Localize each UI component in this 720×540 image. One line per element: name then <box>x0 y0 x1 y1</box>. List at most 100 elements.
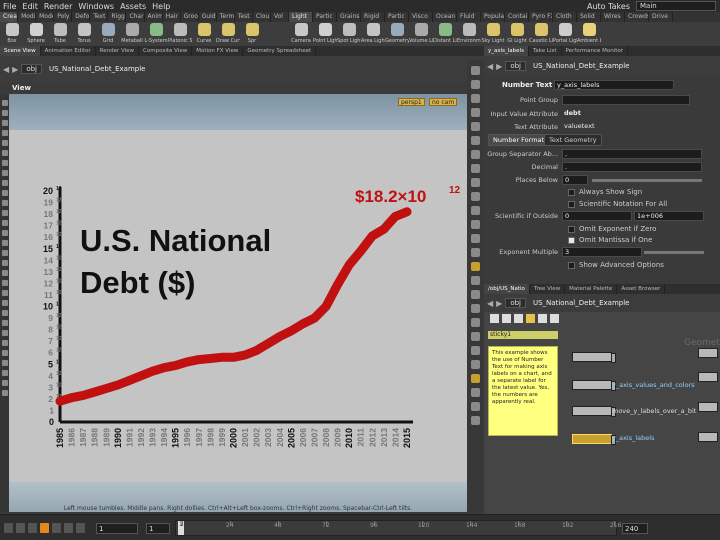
shelf-tab[interactable]: Light <box>289 12 313 22</box>
path-node[interactable]: US_National_Debt_Example <box>529 299 634 307</box>
tool-icon[interactable] <box>471 248 480 257</box>
shelf-tab[interactable]: Popula <box>481 12 505 22</box>
input-attr-field[interactable]: debt <box>562 109 702 119</box>
step-back-icon[interactable] <box>16 523 25 533</box>
tool-icon[interactable] <box>1 360 8 366</box>
playhead[interactable]: 1 <box>178 521 184 535</box>
shelf-tool[interactable]: Torus <box>72 22 96 46</box>
tool-icon[interactable] <box>471 94 480 103</box>
show-adv-checkbox[interactable] <box>568 261 575 269</box>
shelf-tab[interactable]: Crowds <box>625 12 649 22</box>
play-reverse-icon[interactable] <box>28 523 37 533</box>
shelf-tab[interactable]: Clou <box>253 12 271 22</box>
network-node[interactable] <box>698 402 718 412</box>
shelf-tool[interactable]: Metaball <box>120 22 144 46</box>
forward-arrow-icon[interactable]: ▶ <box>496 299 502 308</box>
jump-start-icon[interactable] <box>4 523 13 533</box>
tool-icon[interactable] <box>1 180 8 186</box>
tool-icon[interactable] <box>471 66 480 75</box>
places-slider[interactable] <box>592 178 702 182</box>
tool-icon[interactable] <box>471 220 480 229</box>
path-root[interactable]: obj <box>21 64 42 74</box>
shelf-tool[interactable]: Draw Curve <box>216 22 240 46</box>
shelf-tool[interactable]: Sphere <box>24 22 48 46</box>
shelf-tab[interactable]: Modify <box>18 12 37 22</box>
sticky-note[interactable]: This example shows the use of Number Tex… <box>488 346 558 436</box>
forward-arrow-icon[interactable]: ▶ <box>496 62 502 71</box>
shelf-tab[interactable]: Anim <box>145 12 163 22</box>
shelf-tab[interactable]: Drive <box>649 12 673 22</box>
menu-render[interactable]: Render <box>41 2 75 11</box>
shelf-tool[interactable]: Point Light <box>313 22 337 46</box>
shelf-tab[interactable]: Rigid <box>361 12 385 22</box>
decimal-field[interactable]: . <box>562 162 702 172</box>
shelf-tab[interactable]: Tree View <box>530 284 566 294</box>
shelf-tab[interactable]: Hair <box>163 12 181 22</box>
tool-icon[interactable] <box>471 318 480 327</box>
node-label-y-axis-labels[interactable]: y_axis_labels <box>612 434 654 442</box>
tool-icon[interactable] <box>471 108 480 117</box>
tool-icon[interactable] <box>471 80 480 89</box>
shelf-tool[interactable]: Box <box>0 22 24 46</box>
tool-icon[interactable] <box>471 346 480 355</box>
forward-arrow-icon[interactable]: ▶ <box>12 65 18 74</box>
tool-icon[interactable] <box>1 130 8 136</box>
path-root[interactable]: obj <box>505 61 526 71</box>
shelf-tool[interactable]: Camera <box>289 22 313 46</box>
tool-icon[interactable] <box>1 330 8 336</box>
tool-icon[interactable] <box>1 370 8 376</box>
path-node[interactable]: US_National_Debt_Example <box>529 62 634 70</box>
group-sep-field[interactable]: , <box>562 149 702 159</box>
shelf-tab[interactable]: Term <box>217 12 235 22</box>
tool-icon[interactable] <box>1 150 8 156</box>
sticky-title[interactable]: sticky1 <box>488 331 558 339</box>
sci-outside-max[interactable]: 1e+006 <box>634 211 704 221</box>
back-arrow-icon[interactable]: ◀ <box>3 65 9 74</box>
tool-icon[interactable] <box>471 234 480 243</box>
tool-icon[interactable] <box>471 178 480 187</box>
tool-icon[interactable] <box>471 136 480 145</box>
tab-text-geometry[interactable]: Text Geometry <box>544 134 602 146</box>
start-frame-field[interactable]: 1 <box>146 523 170 534</box>
tool-icon[interactable] <box>1 310 8 316</box>
omit-exp-checkbox[interactable] <box>568 225 575 233</box>
shelf-tool[interactable]: Spr <box>240 22 264 46</box>
tool-icon[interactable] <box>1 250 8 256</box>
shelf-tool[interactable]: Caustic Light <box>529 22 553 46</box>
shelf-tab[interactable]: Deform <box>72 12 91 22</box>
shelf-tab[interactable]: Performance Monitor <box>562 46 629 56</box>
shelf-tab[interactable]: Asset Browser <box>617 284 666 294</box>
tool-icon[interactable] <box>1 390 8 396</box>
shelf-tab[interactable]: Contai <box>505 12 529 22</box>
shelf-tab[interactable]: Take List <box>529 46 562 56</box>
tool-icon[interactable] <box>1 260 8 266</box>
back-arrow-icon[interactable]: ◀ <box>487 62 493 71</box>
shelf-tool[interactable]: Volume Light <box>409 22 433 46</box>
exp-mult-field[interactable]: 3 <box>562 247 642 257</box>
tool-icon[interactable] <box>471 150 480 159</box>
omit-mant-checkbox[interactable] <box>568 236 575 244</box>
shelf-tab[interactable]: Cloth <box>553 12 577 22</box>
shelf-tool[interactable]: GI Light <box>505 22 529 46</box>
stop-icon[interactable] <box>40 523 49 533</box>
tool-icon[interactable] <box>1 100 8 106</box>
tool-icon[interactable] <box>471 402 480 411</box>
shelf-tab[interactable]: Text <box>90 12 109 22</box>
menu-file[interactable]: File <box>0 2 19 11</box>
tool-icon[interactable] <box>1 140 8 146</box>
shelf-tab[interactable]: Guid <box>199 12 217 22</box>
menu-windows[interactable]: Windows <box>75 2 117 11</box>
node-name-field[interactable]: y_axis_labels <box>554 80 674 90</box>
network-node[interactable] <box>572 352 616 363</box>
tool-icon[interactable] <box>1 210 8 216</box>
shelf-tab[interactable]: Poly <box>54 12 73 22</box>
tool-icon[interactable] <box>1 280 8 286</box>
tool-icon[interactable] <box>1 160 8 166</box>
shelf-tab[interactable]: Geometry Spreadsheet <box>243 46 317 56</box>
sci-all-checkbox[interactable] <box>568 200 575 208</box>
shelf-tab[interactable]: Rigg <box>108 12 127 22</box>
path-node[interactable]: US_National_Debt_Example <box>45 65 150 73</box>
shelf-tab[interactable]: /obj/US_Natio <box>484 284 530 294</box>
network-editor[interactable]: sticky1 This example shows the use of Nu… <box>484 312 720 514</box>
tool-icon[interactable] <box>1 230 8 236</box>
